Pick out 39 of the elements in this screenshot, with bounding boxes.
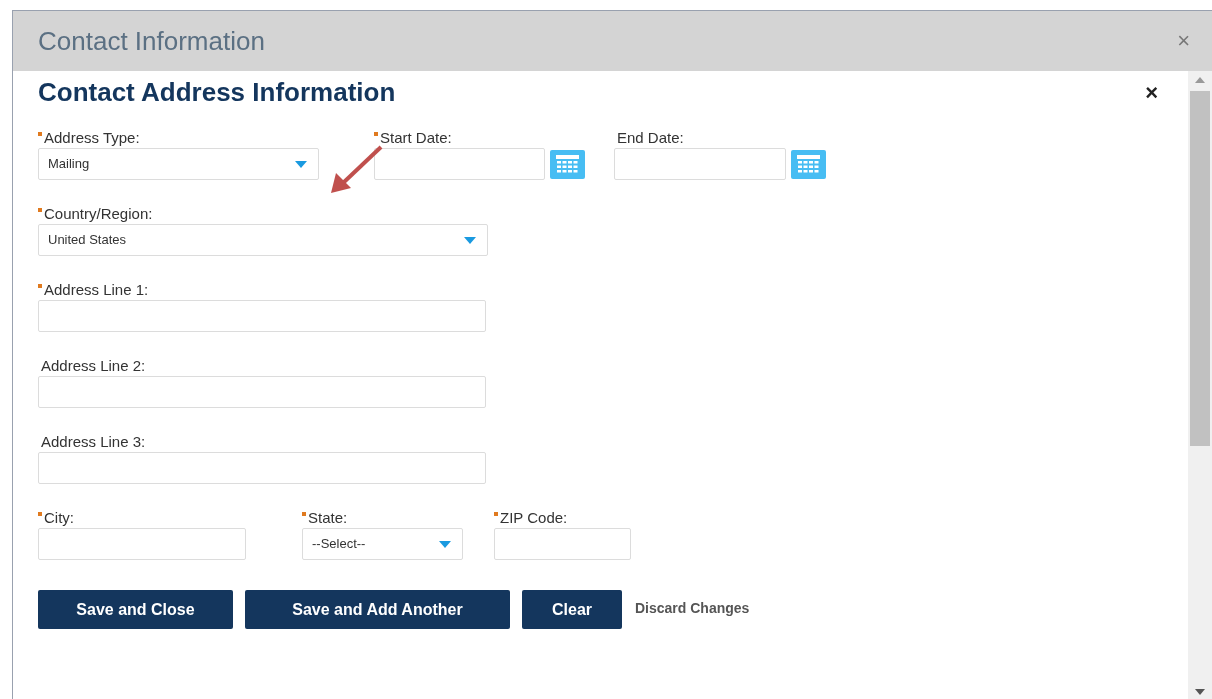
calendar-icon	[556, 155, 579, 174]
discard-link[interactable]: Discard Changes	[635, 597, 750, 619]
arrow-icon	[329, 145, 383, 195]
field-label: Country/Region:	[44, 205, 153, 221]
input-field[interactable]	[494, 528, 631, 560]
field-label: Address Line 1:	[44, 281, 149, 297]
date-field[interactable]	[374, 148, 545, 180]
scroll-thumb[interactable]	[1190, 91, 1210, 446]
action-button[interactable]: Clear	[522, 590, 622, 629]
dropdown-field[interactable]: --Select--	[302, 528, 463, 560]
close-button[interactable]: ×	[1145, 81, 1158, 104]
scrollbar[interactable]	[1188, 71, 1212, 699]
scroll-up-icon[interactable]	[1195, 77, 1205, 83]
field-label: Address Type:	[44, 129, 140, 145]
form-title: Contact Address Information	[38, 76, 396, 109]
calendar-button[interactable]	[791, 150, 826, 179]
field-label: Address Line 3:	[41, 433, 146, 449]
field-label: State:	[308, 509, 348, 525]
calendar-button[interactable]	[550, 150, 585, 179]
caret-icon	[464, 236, 476, 244]
caret-icon	[439, 540, 451, 548]
input-field[interactable]	[38, 376, 486, 408]
dropdown-field[interactable]: United States	[38, 224, 488, 256]
field-label: City:	[44, 509, 74, 525]
action-button[interactable]: Save and Add Another	[245, 590, 510, 629]
action-button[interactable]: Save and Close	[38, 590, 233, 629]
field-label: Address Line 2:	[41, 357, 146, 373]
input-field[interactable]	[38, 452, 486, 484]
calendar-icon	[797, 155, 820, 174]
field-label: End Date:	[617, 129, 684, 145]
field-label: ZIP Code:	[500, 509, 568, 525]
dropdown-field[interactable]: Mailing	[38, 148, 319, 180]
date-field[interactable]	[614, 148, 786, 180]
window-title: Contact Information	[38, 24, 265, 58]
caret-icon	[295, 160, 307, 168]
input-field[interactable]	[38, 528, 246, 560]
field-label: Start Date:	[380, 129, 452, 145]
input-field[interactable]	[38, 300, 486, 332]
scroll-down-icon[interactable]	[1195, 689, 1205, 695]
